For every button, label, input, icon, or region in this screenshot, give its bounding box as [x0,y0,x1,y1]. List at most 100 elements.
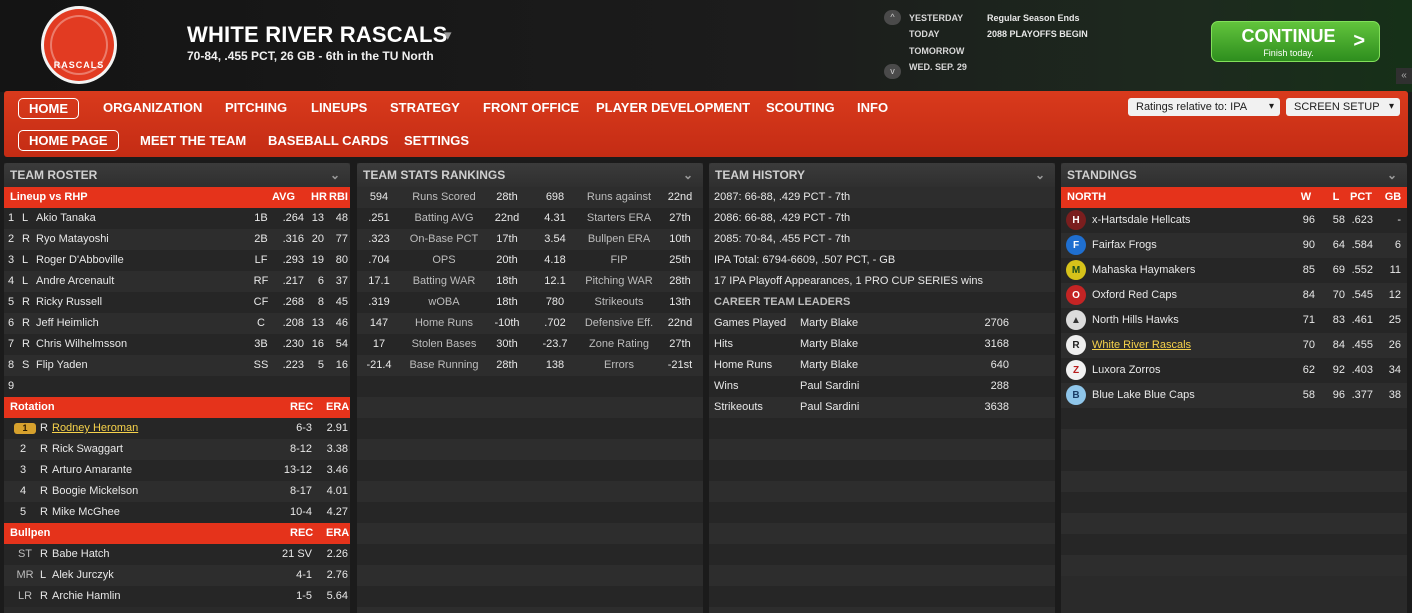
rotation-header-label: Rotation [10,401,55,413]
stat-rank: 18th [496,275,518,287]
stat-label[interactable]: Pitching WAR [577,271,661,292]
wins: 96 [1302,214,1315,226]
team-name[interactable]: Blue Lake Blue Caps [1092,383,1195,408]
panel-title[interactable]: STANDINGS ⌄ [1061,163,1407,187]
nav-player-development[interactable]: PLAYER DEVELOPMENT [596,98,750,119]
nav-lineups[interactable]: LINEUPS [311,98,367,119]
stat-label[interactable]: Base Running [401,355,487,376]
pitcher-name[interactable]: Babe Hatch [52,544,109,565]
stat-label[interactable]: Strikeouts [577,292,661,313]
player-name[interactable]: Chris Wilhelmsson [36,334,127,355]
stat-label[interactable]: FIP [577,250,661,271]
player-name[interactable]: Flip Yaden [36,355,88,376]
chevron-down-icon[interactable]: ⌄ [683,163,693,187]
team-name[interactable]: White River Rascals [1092,333,1191,358]
losses: 83 [1332,314,1345,326]
chevron-down-icon[interactable]: ⌄ [1387,163,1397,187]
leader-name[interactable]: Paul Sardini [800,376,859,397]
stat-label[interactable]: Batting AVG [401,208,487,229]
stat-rank: 22nd [667,317,693,329]
stat-rank: 27th [669,338,691,350]
pitcher-name[interactable]: Alek Jurczyk [52,565,114,586]
stat-label[interactable]: Starters ERA [577,208,661,229]
pitcher-name[interactable]: Rodney Heroman [52,418,138,439]
history-text: 2086: 66-88, .429 PCT - 7th [714,212,851,224]
subnav-meet-the-team[interactable]: MEET THE TEAM [140,131,246,152]
main-nav: HOME ORGANIZATION PITCHING LINEUPS STRAT… [4,91,1408,157]
team-name[interactable]: Oxford Red Caps [1092,283,1177,308]
nav-strategy[interactable]: STRATEGY [390,98,460,119]
chevron-down-icon[interactable]: ⌄ [1035,163,1045,187]
chevron-down-icon[interactable]: ▾ [444,26,452,44]
games-back: 38 [1388,389,1401,401]
pitcher-name[interactable]: Boogie Mickelson [52,481,138,502]
player-name[interactable]: Ricky Russell [36,292,102,313]
team-logo[interactable]: RASCALS [41,6,117,84]
player-name[interactable]: Roger D'Abboville [36,250,124,271]
nav-scouting[interactable]: SCOUTING [766,98,835,119]
nav-info[interactable]: INFO [857,98,888,119]
stat-label[interactable]: Bullpen ERA [577,229,661,250]
wins: 85 [1302,264,1315,276]
team-name[interactable]: Mahaska Haymakers [1092,258,1195,283]
stat-label[interactable]: Home Runs [401,313,487,334]
rotation-header: Rotation REC ERA [4,397,350,418]
games-back: 6 [1394,239,1401,251]
continue-button[interactable]: CONTINUE Finish today. > [1211,21,1380,62]
ratings-select[interactable]: Ratings relative to: IPA ▾ [1128,98,1280,116]
leaders-header: CAREER TEAM LEADERS [709,292,1055,313]
player-name[interactable]: Jeff Heimlich [36,313,99,334]
stat-label[interactable]: On-Base PCT [401,229,487,250]
subnav-home-page[interactable]: HOME PAGE [18,130,119,151]
record: 13-12 [283,464,312,476]
stat-label[interactable]: OPS [401,250,487,271]
leader-name[interactable]: Marty Blake [800,334,858,355]
standings-header: NORTH W L PCT GB [1061,187,1407,208]
stat-label[interactable]: Runs against [577,187,661,208]
team-name[interactable]: Luxora Zorros [1092,358,1160,383]
stat-rank: 22nd [494,212,520,224]
stat-label[interactable]: Defensive Eff. [577,313,661,334]
subnav-baseball-cards[interactable]: BASEBALL CARDS [268,131,388,152]
panel-title[interactable]: TEAM HISTORY ⌄ [709,163,1055,187]
stat-value: 138 [545,359,565,371]
chevron-up-icon[interactable]: ^ [884,10,901,25]
chevron-down-icon[interactable]: v [884,64,901,79]
team-name[interactable]: Fairfax Frogs [1092,233,1157,258]
pitcher-name[interactable]: Arturo Amarante [52,460,132,481]
nav-front-office[interactable]: FRONT OFFICE [483,98,579,119]
player-name[interactable]: Ryo Matayoshi [36,229,109,250]
player-name[interactable]: Akio Tanaka [36,208,96,229]
empty-row [1061,555,1407,576]
leader-name[interactable]: Marty Blake [800,355,858,376]
team-name[interactable]: North Hills Hawks [1092,308,1179,333]
screen-setup-select[interactable]: SCREEN SETUP ▾ [1286,98,1400,116]
batting-avg: .230 [282,338,304,350]
stat-label[interactable]: Errors [577,355,661,376]
panel-title[interactable]: TEAM STATS RANKINGS ⌄ [357,163,703,187]
team-name[interactable]: WHITE RIVER RASCALS [187,22,447,48]
stat-label[interactable]: Runs Scored [401,187,487,208]
stat-label[interactable]: Zone Rating [577,334,661,355]
lineup-order: 7 [8,338,15,350]
chevron-down-icon[interactable]: ⌄ [330,163,340,187]
nav-home[interactable]: HOME [18,98,79,119]
stat-label[interactable]: Stolen Bases [401,334,487,355]
pitcher-name[interactable]: Rick Swaggart [52,439,123,460]
subnav-settings[interactable]: SETTINGS [404,131,469,152]
player-name[interactable]: Andre Arcenault [36,271,114,292]
nav-organization[interactable]: ORGANIZATION [103,98,202,119]
era: 5.64 [326,590,348,602]
leader-name[interactable]: Paul Sardini [800,397,859,418]
panel-title[interactable]: TEAM ROSTER ⌄ [4,163,350,187]
leader-name[interactable]: Marty Blake [800,313,858,334]
nav-pitching[interactable]: PITCHING [225,98,287,119]
chevron-down-icon: ▾ [1268,101,1274,112]
team-name[interactable]: x-Hartsdale Hellcats [1092,208,1190,233]
stat-label[interactable]: wOBA [401,292,487,313]
history-text: 2087: 66-88, .429 PCT - 7th [714,191,851,203]
collapse-icon[interactable]: « [1396,68,1412,84]
pitcher-name[interactable]: Archie Hamlin [52,586,120,607]
stat-label[interactable]: Batting WAR [401,271,487,292]
pitcher-name[interactable]: Mike McGhee [52,502,120,523]
